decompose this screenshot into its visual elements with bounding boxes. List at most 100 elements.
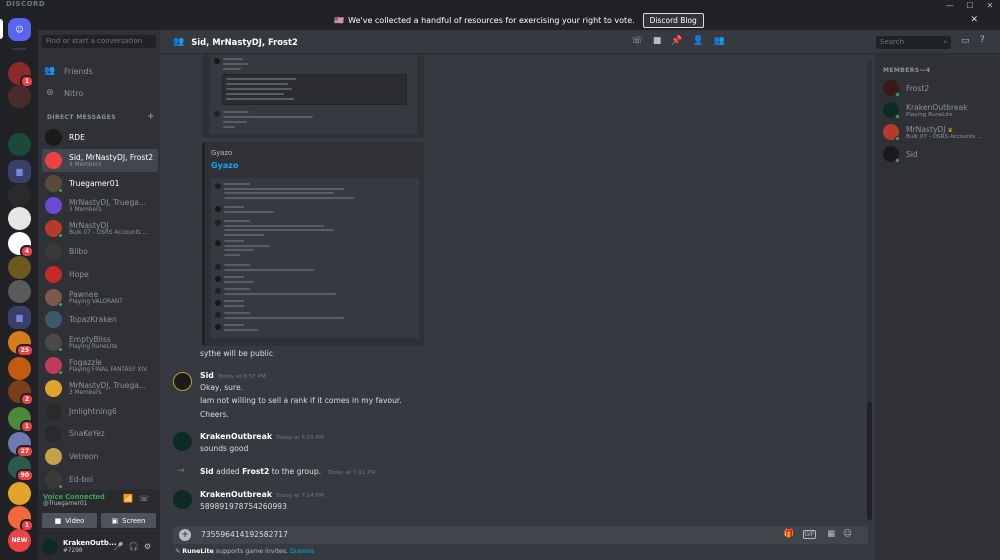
dm-item[interactable]: RDE bbox=[42, 126, 158, 149]
video-call-icon[interactable]: ■ bbox=[653, 36, 672, 46]
dm-item[interactable]: Hope bbox=[42, 263, 158, 286]
chat-scrollbar-thumb[interactable] bbox=[867, 402, 872, 520]
dm-item[interactable]: Truegamer01 bbox=[42, 172, 158, 195]
nav-friends[interactable]: 👥 Friends bbox=[42, 63, 156, 79]
pin-icon[interactable]: 📌 bbox=[671, 36, 692, 46]
gif-icon[interactable]: GIF bbox=[802, 530, 817, 539]
disconnect-icon[interactable]: ☏ bbox=[139, 494, 155, 503]
upload-plus-icon[interactable]: + bbox=[179, 529, 191, 541]
dm-item[interactable]: Fogazzle Playing FINAL FANTASY XIV bbox=[42, 354, 158, 377]
dm-item[interactable]: MrNastyDJ, Truega... 3 Members bbox=[42, 377, 158, 400]
member-name-text: KrakenOutbreak bbox=[906, 102, 968, 112]
server-icon[interactable]: 90 bbox=[8, 456, 34, 482]
member-item[interactable]: Frost2 bbox=[883, 78, 995, 98]
dm-item[interactable]: SnaKeYez bbox=[42, 422, 158, 445]
user-avatar[interactable] bbox=[42, 539, 58, 555]
message-timestamp: Today at 7:14 PM bbox=[276, 493, 324, 499]
image-embed-1[interactable] bbox=[202, 54, 424, 138]
header-right: Search ⌕ ▭ ? bbox=[875, 30, 1000, 54]
system-target[interactable]: Frost2 bbox=[242, 467, 269, 476]
screen-button[interactable]: ▣ Screen bbox=[101, 513, 156, 528]
close-notice-icon[interactable]: ✕ bbox=[970, 15, 978, 25]
dm-item[interactable]: Ed-boi bbox=[42, 468, 158, 491]
inbox-icon[interactable]: ▭ bbox=[961, 36, 970, 46]
maximize-icon[interactable]: ☐ bbox=[960, 0, 980, 11]
server-icon[interactable] bbox=[8, 482, 31, 505]
mic-icon[interactable]: 🎤 bbox=[114, 542, 129, 551]
server-icon[interactable]: 1 bbox=[8, 407, 34, 433]
nav-nitro[interactable]: ⊛ Nitro bbox=[42, 85, 156, 101]
dm-item[interactable]: MrNastyDJ Bulk 07 - OSRS Accounts ... bbox=[42, 217, 158, 240]
server-icon[interactable] bbox=[8, 133, 31, 156]
dm-item[interactable]: TopazKraken bbox=[42, 308, 158, 331]
kraken-avatar[interactable] bbox=[173, 490, 192, 509]
signal-icon[interactable]: 📶 bbox=[123, 494, 139, 503]
server-icon[interactable]: 1 bbox=[8, 506, 34, 532]
add-friend-icon[interactable]: 👤 bbox=[693, 36, 714, 46]
server-folder-icon[interactable]: ▆ bbox=[8, 160, 31, 183]
system-actor[interactable]: Sid bbox=[200, 467, 214, 476]
discord-blog-button[interactable]: Discord Blog bbox=[642, 13, 704, 28]
dm-item[interactable]: MrNastyDJ, Truega... 3 Members bbox=[42, 194, 158, 217]
server-icon[interactable]: 25 bbox=[8, 331, 34, 357]
embed-line bbox=[226, 83, 288, 85]
create-dm-plus-icon[interactable]: + bbox=[147, 112, 155, 122]
member-list-icon[interactable]: 👥 bbox=[714, 36, 735, 46]
dm-item[interactable]: Bilbo bbox=[42, 240, 158, 263]
dm-item[interactable]: Pawnee Playing VALORANT bbox=[42, 286, 158, 309]
composer-input[interactable]: 735596414192582717 bbox=[201, 530, 288, 539]
dm-item[interactable]: Jmlightning6 bbox=[42, 400, 158, 423]
help-icon[interactable]: ? bbox=[980, 35, 985, 45]
dm-avatar bbox=[45, 265, 62, 283]
voice-channel-label[interactable]: @Truegamer01 bbox=[43, 501, 87, 507]
embed-line bbox=[223, 126, 235, 128]
member-item[interactable]: Sid bbox=[883, 144, 995, 164]
server-icon[interactable] bbox=[8, 112, 31, 135]
server-icon[interactable] bbox=[8, 256, 31, 279]
embed-line bbox=[224, 206, 244, 208]
message-author-kraken[interactable]: KrakenOutbreak Today at 7:14 PM bbox=[200, 490, 324, 499]
server-icon[interactable] bbox=[8, 184, 31, 207]
call-icon[interactable]: ☏ bbox=[632, 36, 653, 46]
dm-avatar bbox=[45, 174, 63, 193]
kraken-avatar[interactable] bbox=[173, 432, 192, 451]
message-author-sid[interactable]: Sid Today at 6:57 PM bbox=[200, 371, 266, 380]
headphones-icon[interactable]: 🎧 bbox=[129, 542, 144, 551]
dm-text: Hope bbox=[69, 270, 89, 279]
minimize-icon[interactable]: — bbox=[940, 0, 960, 11]
discord-app: DISCORD — ☐ ✕ ☺ 1 ▆ 4 ▆ 25 2 1 27 90 1 NEW 🇺🇸 We've… bbox=[0, 0, 1000, 560]
message-author-kraken[interactable]: KrakenOutbreak Today at 6:59 PM bbox=[200, 432, 324, 441]
server-folder-icon[interactable]: ▆ bbox=[8, 306, 31, 329]
new-server-button[interactable]: NEW bbox=[8, 529, 31, 552]
system-message: Sid added Frost2 to the group. Today at … bbox=[200, 467, 375, 476]
dm-item[interactable]: Vetreon bbox=[42, 445, 158, 468]
dm-search-input[interactable]: Find or start a conversation bbox=[42, 35, 156, 48]
video-button[interactable]: ■ Video bbox=[42, 513, 97, 528]
dm-item[interactable]: EmptyBliss Playing RuneLite bbox=[42, 331, 158, 354]
server-icon[interactable]: 2 bbox=[8, 380, 34, 406]
settings-gear-icon[interactable]: ⚙ bbox=[144, 542, 156, 551]
member-item[interactable]: MrNastyDJ ♛ Bulk 07 - OSRS Accounts ... bbox=[883, 122, 995, 142]
server-icon[interactable]: 4 bbox=[8, 232, 34, 258]
gyazo-embed[interactable]: Gyazo Gyazo bbox=[202, 142, 424, 346]
server-icon[interactable]: 27 bbox=[8, 432, 34, 458]
message-composer[interactable]: + 735596414192582717 🎁 GIF ▦☺ bbox=[173, 526, 868, 544]
server-icon[interactable] bbox=[8, 357, 31, 380]
sticker-icon[interactable]: ▦ bbox=[827, 529, 843, 539]
member-item[interactable]: KrakenOutbreak Playing RuneLite bbox=[883, 100, 995, 120]
server-icon[interactable]: 1 bbox=[8, 62, 34, 88]
channel-search-input[interactable]: Search ⌕ bbox=[876, 36, 951, 49]
embed-title-link[interactable]: Gyazo bbox=[211, 161, 238, 170]
server-icon[interactable] bbox=[8, 85, 31, 108]
server-icon[interactable] bbox=[8, 207, 31, 230]
hint-dismiss-link[interactable]: Dismiss bbox=[290, 548, 314, 555]
sid-avatar[interactable] bbox=[173, 372, 192, 391]
emoji-icon[interactable]: ☺ bbox=[843, 529, 860, 539]
server-icon[interactable] bbox=[8, 280, 31, 303]
close-window-icon[interactable]: ✕ bbox=[980, 0, 1000, 11]
dm-subtitle: Playing FINAL FANTASY XIV bbox=[69, 367, 148, 373]
gift-icon[interactable]: 🎁 bbox=[784, 529, 803, 539]
embed-line bbox=[224, 264, 250, 266]
home-button[interactable]: ☺ bbox=[8, 18, 31, 41]
dm-item[interactable]: Sid, MrNastyDJ, Frost2 4 Members bbox=[42, 148, 158, 172]
